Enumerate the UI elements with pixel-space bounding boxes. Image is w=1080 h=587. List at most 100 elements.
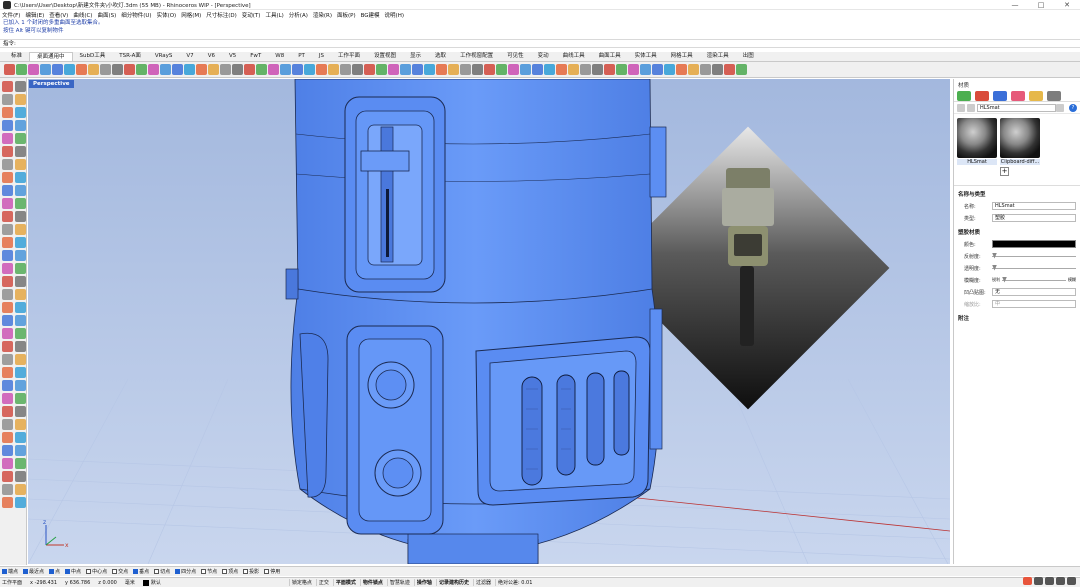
transparency-slider[interactable]: [992, 267, 1076, 269]
minimize-button[interactable]: —: [1002, 0, 1028, 10]
tool-icon[interactable]: [15, 432, 26, 443]
menu-item[interactable]: 曲线(C): [73, 11, 92, 19]
menu-icon[interactable]: [1056, 103, 1064, 112]
menu-item[interactable]: 文件(F): [2, 11, 20, 19]
properties-tab-icon[interactable]: [957, 91, 971, 101]
osnap-checkbox[interactable]: [49, 569, 55, 574]
tool-icon[interactable]: [15, 185, 26, 196]
tool-icon[interactable]: [15, 302, 26, 313]
status-toggle-button[interactable]: 智慧轨迹: [386, 579, 412, 586]
toolbar-command-icon[interactable]: [568, 64, 579, 75]
toolbar-command-icon[interactable]: [688, 64, 699, 75]
tool-icon[interactable]: [15, 289, 26, 300]
material-item[interactable]: HLSmat: [957, 118, 997, 185]
tool-icon[interactable]: [2, 354, 13, 365]
tool-icon[interactable]: [2, 315, 13, 326]
scale-select[interactable]: 中: [992, 300, 1076, 308]
osnap-checkbox[interactable]: [201, 569, 207, 574]
toolbar-command-icon[interactable]: [520, 64, 531, 75]
tool-icon[interactable]: [2, 419, 13, 430]
toolbar-command-icon[interactable]: [112, 64, 123, 75]
toolbar-command-icon[interactable]: [232, 64, 243, 75]
toolbar-tab[interactable]: 选取: [428, 52, 453, 61]
section-notes[interactable]: 附注: [954, 310, 1080, 324]
osnap-option[interactable]: 四分点: [175, 568, 196, 575]
toolbar-command-icon[interactable]: [388, 64, 399, 75]
osnap-checkbox[interactable]: [65, 569, 71, 574]
tool-icon[interactable]: [2, 133, 13, 144]
toolbar-tab[interactable]: 渲染工具: [700, 52, 736, 61]
material-filter[interactable]: HLSmat: [977, 103, 1056, 112]
toolbar-command-icon[interactable]: [484, 64, 495, 75]
tray-icon[interactable]: [1056, 577, 1065, 585]
osnap-checkbox[interactable]: [222, 569, 228, 574]
toolbar-command-icon[interactable]: [364, 64, 375, 75]
status-toggle-button[interactable]: 正交: [315, 579, 331, 586]
tool-icon[interactable]: [2, 432, 13, 443]
tool-icon[interactable]: [2, 458, 13, 469]
tool-icon[interactable]: [15, 211, 26, 222]
osnap-option[interactable]: 中点: [65, 568, 81, 575]
toolbar-command-icon[interactable]: [400, 64, 411, 75]
tool-icon[interactable]: [2, 224, 13, 235]
menu-item[interactable]: 曲面(S): [97, 11, 116, 19]
toolbar-tab[interactable]: JS: [312, 52, 331, 61]
toolbar-tab[interactable]: V6: [201, 52, 222, 61]
textures-tab-icon[interactable]: [1047, 91, 1061, 101]
toolbar-tab[interactable]: 实体工具: [628, 52, 664, 61]
color-swatch[interactable]: [992, 240, 1076, 248]
tool-icon[interactable]: [2, 107, 13, 118]
toolbar-command-icon[interactable]: [256, 64, 267, 75]
menu-item[interactable]: 网格(M): [181, 11, 201, 19]
osnap-option[interactable]: 端点: [2, 568, 18, 575]
toolbar-command-icon[interactable]: [460, 64, 471, 75]
osnap-option[interactable]: 切点: [154, 568, 170, 575]
tool-icon[interactable]: [15, 81, 26, 92]
name-field[interactable]: HLSmat: [992, 202, 1076, 210]
toolbar-tab[interactable]: 工作平面: [331, 52, 367, 61]
tool-icon[interactable]: [15, 198, 26, 209]
toolbar-command-icon[interactable]: [64, 64, 75, 75]
toolbar-command-icon[interactable]: [664, 64, 675, 75]
tray-icon[interactable]: [1067, 577, 1076, 585]
toolbar-command-icon[interactable]: [424, 64, 435, 75]
osnap-option[interactable]: 投影: [243, 568, 259, 575]
tool-icon[interactable]: [15, 159, 26, 170]
reflect-slider[interactable]: [992, 255, 1076, 257]
tool-icon[interactable]: [15, 133, 26, 144]
toolbar-command-icon[interactable]: [604, 64, 615, 75]
close-button[interactable]: ✕: [1054, 0, 1080, 10]
toolbar-command-icon[interactable]: [244, 64, 255, 75]
toolbar-command-icon[interactable]: [532, 64, 543, 75]
toolbar-tab[interactable]: 曲线工具: [556, 52, 592, 61]
tool-icon[interactable]: [15, 445, 26, 456]
tool-icon[interactable]: [15, 354, 26, 365]
tool-icon[interactable]: [2, 81, 13, 92]
tool-icon[interactable]: [15, 419, 26, 430]
toolbar-tab[interactable]: SubD工具: [73, 52, 113, 61]
toolbar-command-icon[interactable]: [100, 64, 111, 75]
tool-icon[interactable]: [2, 484, 13, 495]
toolbar-command-icon[interactable]: [580, 64, 591, 75]
toolbar-command-icon[interactable]: [136, 64, 147, 75]
tool-icon[interactable]: [15, 237, 26, 248]
status-toggle-button[interactable]: 平面模式: [332, 579, 358, 586]
toolbar-command-icon[interactable]: [352, 64, 363, 75]
osnap-checkbox[interactable]: [112, 569, 118, 574]
menu-item[interactable]: 实体(O): [157, 11, 177, 19]
tool-icon[interactable]: [15, 146, 26, 157]
command-prompt[interactable]: 指令:: [0, 39, 1080, 48]
toolbar-tab[interactable]: 变动: [531, 52, 556, 61]
osnap-option[interactable]: 停用: [264, 568, 280, 575]
menu-item[interactable]: 变动(T): [242, 11, 261, 19]
toolbar-tab[interactable]: 出图: [736, 52, 761, 61]
menu-item[interactable]: BG建模: [361, 11, 380, 19]
environment-tab-icon[interactable]: [1029, 91, 1043, 101]
toolbar-command-icon[interactable]: [220, 64, 231, 75]
toolbar-command-icon[interactable]: [76, 64, 87, 75]
toolbar-command-icon[interactable]: [436, 64, 447, 75]
tool-icon[interactable]: [15, 94, 26, 105]
menu-item[interactable]: 查看(V): [49, 11, 68, 19]
osnap-checkbox[interactable]: [154, 569, 160, 574]
osnap-option[interactable]: 最近点: [23, 568, 44, 575]
